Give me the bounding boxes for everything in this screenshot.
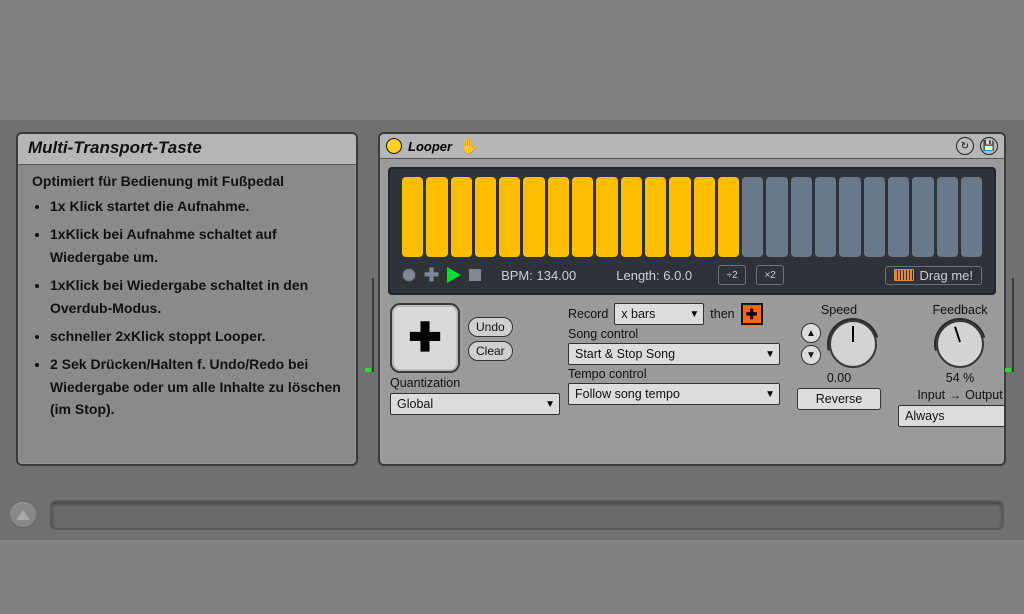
loop-segment: [815, 177, 836, 257]
speed-knob[interactable]: [829, 320, 877, 368]
loop-segment: [645, 177, 666, 257]
loop-segment: [912, 177, 933, 257]
loop-segment: [766, 177, 787, 257]
stop-icon[interactable]: [469, 269, 481, 281]
help-panel-lead: Optimiert für Bedienung mit Fußpedal: [32, 173, 344, 189]
help-item: 1xKlick bei Aufnahme schaltet auf Wieder…: [50, 223, 344, 268]
drag-loop-handle[interactable]: Drag me!: [885, 266, 982, 285]
song-control-value: Start & Stop Song: [575, 347, 675, 361]
loop-segment: [694, 177, 715, 257]
loop-segment: [742, 177, 763, 257]
device-left-meter: [366, 278, 374, 372]
loop-segment: [864, 177, 885, 257]
loop-segment: [402, 177, 423, 257]
waveform-icon: [894, 269, 914, 281]
undo-button[interactable]: Undo: [468, 317, 513, 337]
loop-segment: [572, 177, 593, 257]
status-bar: [0, 496, 1024, 534]
device-swap-button[interactable]: ↻: [956, 137, 974, 155]
loop-display: ✚ BPM: 134.00 Length: 6.0.0 ÷2 ×2 Drag m…: [388, 167, 996, 295]
record-mode-select[interactable]: x bars▼: [614, 303, 704, 325]
tempo-control-label: Tempo control: [568, 367, 778, 381]
loop-segment: [475, 177, 496, 257]
loop-segment: [499, 177, 520, 257]
feedback-label: Feedback: [933, 303, 988, 317]
status-indicator-button[interactable]: [10, 502, 36, 528]
overdub-icon[interactable]: ✚: [424, 269, 439, 281]
looper-device: Looper ✋ ↻ 💾 ✚ BPM: 134.00 Length: 6.0.0: [378, 132, 1006, 466]
quantization-select[interactable]: Global▼: [390, 393, 560, 415]
speed-readout: 0.00: [827, 371, 851, 385]
help-item: 2 Sek Drücken/Halten f. Undo/Redo bei Wi…: [50, 353, 344, 420]
device-titlebar: Looper ✋ ↻ 💾: [380, 134, 1004, 159]
speed-label: Speed: [821, 303, 857, 317]
help-item: 1x Klick startet die Aufnahme.: [50, 195, 344, 217]
help-panel-list: 1x Klick startet die Aufnahme. 1xKlick b…: [32, 195, 344, 421]
double-length-button[interactable]: ×2: [756, 265, 784, 285]
quantization-label: Quantization: [390, 376, 560, 390]
then-action-button[interactable]: ✚: [741, 303, 763, 325]
record-label: Record: [568, 307, 608, 321]
input-label: Input: [917, 388, 945, 402]
loop-segment: [669, 177, 690, 257]
drag-label: Drag me!: [920, 268, 973, 283]
song-control-select[interactable]: Start & Stop Song▼: [568, 343, 780, 365]
loop-segment: [791, 177, 812, 257]
help-panel-title: Multi-Transport-Taste: [18, 134, 356, 165]
io-monitor-select[interactable]: Always▼: [898, 405, 1006, 427]
feedback-knob[interactable]: [936, 320, 984, 368]
help-item: schneller 2xKlick stoppt Looper.: [50, 325, 344, 347]
device-save-button[interactable]: 💾: [980, 137, 998, 155]
tempo-control-select[interactable]: Follow song tempo▼: [568, 383, 780, 405]
io-monitor-value: Always: [905, 409, 945, 423]
loop-segment: [451, 177, 472, 257]
hand-icon: ✋: [460, 137, 479, 155]
tempo-control-value: Follow song tempo: [575, 387, 680, 401]
loop-segment: [961, 177, 982, 257]
loop-segment: [621, 177, 642, 257]
loop-segment: [839, 177, 860, 257]
song-control-label: Song control: [568, 327, 778, 341]
arrow-right-icon: →: [949, 388, 961, 402]
loop-segment: [426, 177, 447, 257]
output-label: Output: [965, 388, 1003, 402]
loop-segment: [888, 177, 909, 257]
loop-segment: [937, 177, 958, 257]
loop-segment: [596, 177, 617, 257]
clear-button[interactable]: Clear: [468, 341, 513, 361]
loop-segment: [718, 177, 739, 257]
device-enable-toggle[interactable]: [386, 138, 402, 154]
device-title: Looper: [408, 139, 452, 154]
record-mode-value: x bars: [621, 307, 655, 321]
status-message-field: [50, 500, 1004, 530]
length-readout: Length: 6.0.0: [616, 268, 692, 283]
play-icon[interactable]: [447, 267, 461, 283]
triangle-up-icon: [16, 510, 30, 520]
help-item: 1xKlick bei Wiedergabe schaltet in den O…: [50, 274, 344, 319]
speed-down-button[interactable]: ▼: [801, 345, 821, 365]
bpm-readout: BPM: 134.00: [501, 268, 576, 283]
then-label: then: [710, 307, 734, 321]
reverse-button[interactable]: Reverse: [797, 388, 881, 410]
help-panel: Multi-Transport-Taste Optimiert für Bedi…: [16, 132, 358, 466]
loop-segment: [523, 177, 544, 257]
loop-segment: [548, 177, 569, 257]
speed-up-button[interactable]: ▲: [801, 323, 821, 343]
record-icon[interactable]: [402, 268, 416, 282]
feedback-readout: 54 %: [946, 371, 975, 385]
multi-transport-button[interactable]: ✚: [390, 303, 460, 373]
half-length-button[interactable]: ÷2: [718, 265, 746, 285]
device-right-meter: [1006, 278, 1014, 372]
quantization-value: Global: [397, 397, 433, 411]
